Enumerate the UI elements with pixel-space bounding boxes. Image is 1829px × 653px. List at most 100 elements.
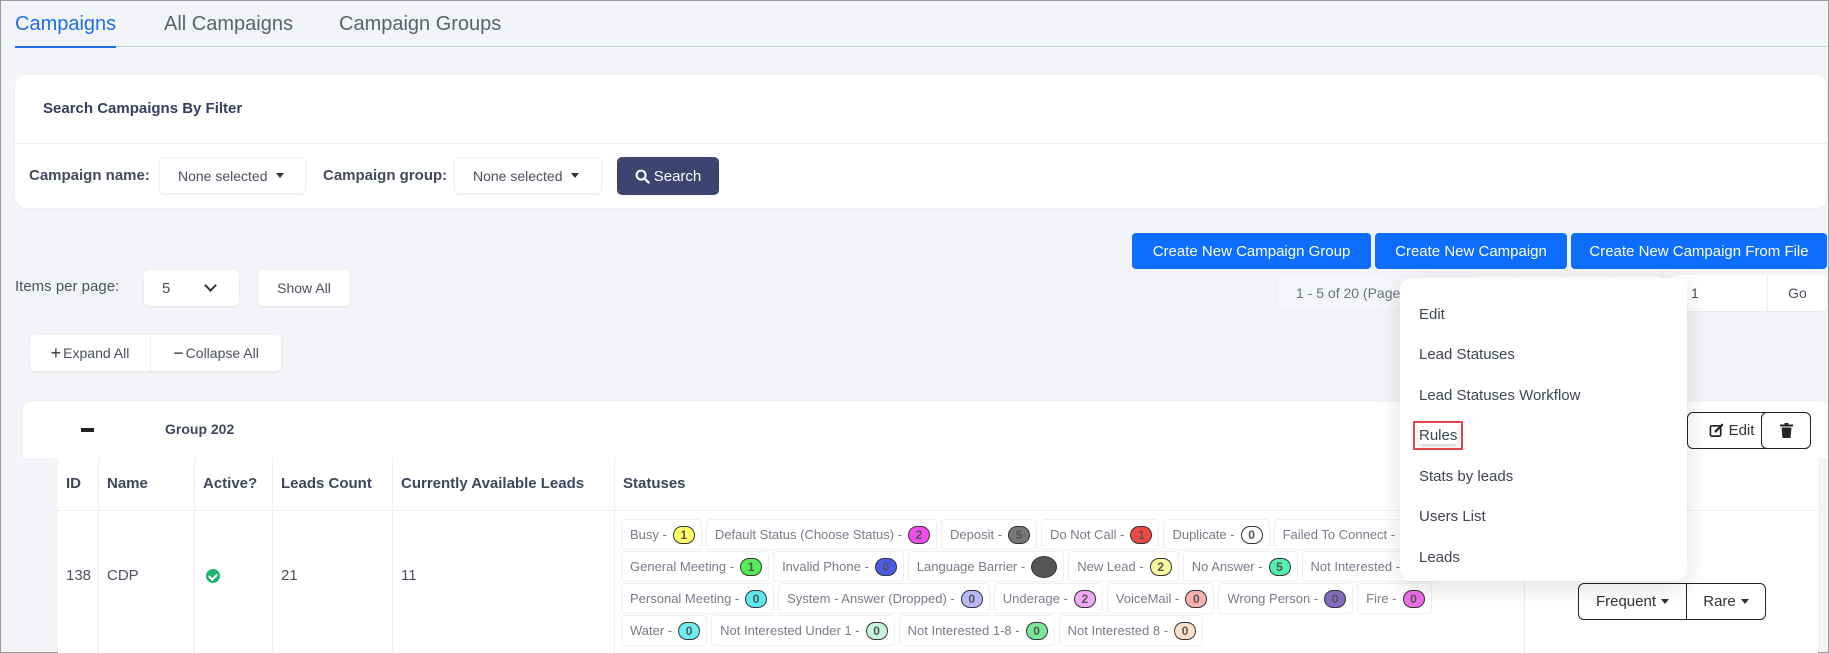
campaign-group-select[interactable]: None selected (454, 157, 602, 194)
status-count-badge: 0 (874, 557, 897, 576)
status-count-badge: 0 (1324, 589, 1347, 608)
status-label: General Meeting - (630, 559, 735, 574)
items-per-page-select[interactable]: 5 (144, 270, 239, 306)
menu-item-users-list[interactable]: Users List (1419, 508, 1486, 525)
status-item: Not Interested Under 1 - 0 (711, 615, 895, 646)
status-label: No Answer - (1191, 559, 1263, 574)
status-item: No Answer - 5 (1182, 551, 1298, 582)
rare-dropdown-button[interactable]: Rare (1687, 584, 1765, 619)
create-campaign-button[interactable]: Create New Campaign (1375, 233, 1567, 269)
status-label: Not Interested 1-8 - (907, 623, 1020, 638)
cell-id: 138 (58, 511, 99, 653)
status-row: Busy - 1 Default Status (Choose Status) - 2… (621, 519, 1521, 551)
show-all-button[interactable]: Show All (258, 270, 350, 306)
menu-item-stats-by-leads[interactable]: Stats by leads (1419, 468, 1513, 485)
campaign-name-label: Campaign name: (29, 167, 150, 184)
filter-title: Search Campaigns By Filter (43, 100, 243, 117)
campaign-name-select[interactable]: None selected (159, 157, 306, 194)
status-label: Personal Meeting - (630, 591, 740, 606)
caret-down-icon (1661, 599, 1670, 604)
search-button[interactable]: Search (617, 157, 719, 195)
header-available-leads: Currently Available Leads (393, 457, 615, 511)
trash-icon (1779, 423, 1793, 438)
status-item: New Lead - 2 (1068, 551, 1179, 582)
status-item: Deposit - 5 (941, 519, 1038, 550)
status-label: Default Status (Choose Status) - (714, 527, 902, 542)
status-item: Duplicate - 0 (1163, 519, 1270, 550)
status-label: Invalid Phone - (782, 559, 869, 574)
status-count-badge: 1 (740, 557, 763, 576)
status-item: Do Not Call - 1 (1041, 519, 1160, 550)
header-leads-count: Leads Count (273, 457, 393, 511)
create-campaign-group-button[interactable]: Create New Campaign Group (1132, 233, 1371, 269)
header-id: ID (58, 457, 99, 511)
status-label: Underage - (1002, 591, 1068, 606)
status-label: Language Barrier - (916, 559, 1026, 574)
menu-item-edit[interactable]: Edit (1419, 306, 1445, 323)
go-button[interactable]: Go (1767, 275, 1827, 311)
status-row: Personal Meeting -0 System - Answer (Drop… (621, 583, 1521, 615)
chevron-down-icon (204, 279, 217, 292)
plus-icon: + (50, 342, 62, 363)
status-label: Do Not Call - (1050, 527, 1125, 542)
status-count-badge (1031, 555, 1058, 578)
cell-available-leads: 11 (393, 511, 615, 653)
collapse-all-button[interactable]: − Collapse All (151, 335, 281, 371)
search-icon (635, 169, 650, 184)
status-label: Busy - (630, 527, 667, 542)
active-check-icon (206, 569, 220, 583)
status-item: VoiceMail - 0 (1106, 583, 1215, 614)
collapse-all-label: Collapse All (185, 345, 259, 361)
status-item: Not Interested 8 - 0 (1058, 615, 1204, 646)
status-label: Fire - (1366, 591, 1397, 606)
status-label: VoiceMail - (1115, 591, 1180, 606)
caret-down-icon (570, 173, 579, 178)
status-count-badge: 0 (960, 589, 983, 608)
status-count-badge: 0 (1240, 525, 1263, 544)
header-active: Active? (195, 457, 273, 511)
caret-down-icon (1740, 599, 1749, 604)
status-count-badge: 0 (865, 621, 888, 640)
delete-group-button[interactable] (1761, 412, 1811, 449)
menu-item-lead-statuses[interactable]: Lead Statuses (1419, 346, 1515, 363)
status-count-badge: 0 (1185, 589, 1208, 608)
frequent-dropdown-button[interactable]: Frequent (1579, 584, 1687, 619)
status-item: Wrong Person - 0 (1218, 583, 1354, 614)
tab-campaigns[interactable]: Campaigns (15, 13, 117, 48)
status-count-badge: 0 (678, 621, 701, 640)
campaign-actions-menu: Edit Lead Statuses Lead Statuses Workflo… (1400, 278, 1687, 581)
status-item: General Meeting - 1 (621, 551, 770, 582)
expand-all-button[interactable]: + Expand All (30, 335, 151, 371)
status-label: Not Interested - (1310, 559, 1401, 574)
status-count-badge: 0 (1025, 621, 1048, 640)
create-campaign-from-file-button[interactable]: Create New Campaign From File (1571, 233, 1827, 269)
status-row: Water -0 Not Interested Under 1 -0 Not Int… (621, 615, 1521, 647)
status-item: Personal Meeting - 0 (621, 583, 775, 614)
menu-item-lead-statuses-workflow[interactable]: Lead Statuses Workflow (1419, 387, 1580, 404)
items-per-page-value: 5 (162, 279, 171, 297)
edit-group-label: Edit (1728, 422, 1755, 439)
expand-all-label: Expand All (63, 345, 130, 361)
status-label: Not Interested 8 - (1067, 623, 1169, 638)
status-item: Language Barrier - (907, 551, 1065, 582)
status-count-badge: 0 (1174, 621, 1197, 640)
tab-all-campaigns[interactable]: All Campaigns (164, 13, 293, 46)
status-item: Not Interested 1-8 - 0 (898, 615, 1055, 646)
tab-bar: Campaigns All Campaigns Campaign Groups (15, 1, 1827, 48)
filter-card: Search Campaigns By Filter Campaign name… (15, 75, 1827, 208)
status-item: Fire - 0 (1357, 583, 1432, 614)
status-count-badge: 1 (1130, 525, 1153, 544)
rare-label: Rare (1703, 593, 1736, 610)
header-statuses: Statuses (615, 457, 1525, 511)
tab-campaign-groups[interactable]: Campaign Groups (339, 13, 501, 46)
status-label: Not Interested Under 1 - (720, 623, 860, 638)
status-count-badge: 2 (908, 525, 930, 544)
menu-item-rules[interactable]: Rules (1412, 421, 1464, 450)
page-info: 1 - 5 of 20 (Page (1276, 275, 1406, 311)
collapse-group-icon[interactable] (81, 428, 94, 432)
status-label: New Lead - (1077, 559, 1144, 574)
campaign-group-value: None selected (473, 167, 563, 184)
group-name: Group 202 (165, 421, 235, 437)
frequent-label: Frequent (1595, 593, 1657, 610)
menu-item-leads[interactable]: Leads (1419, 549, 1460, 566)
